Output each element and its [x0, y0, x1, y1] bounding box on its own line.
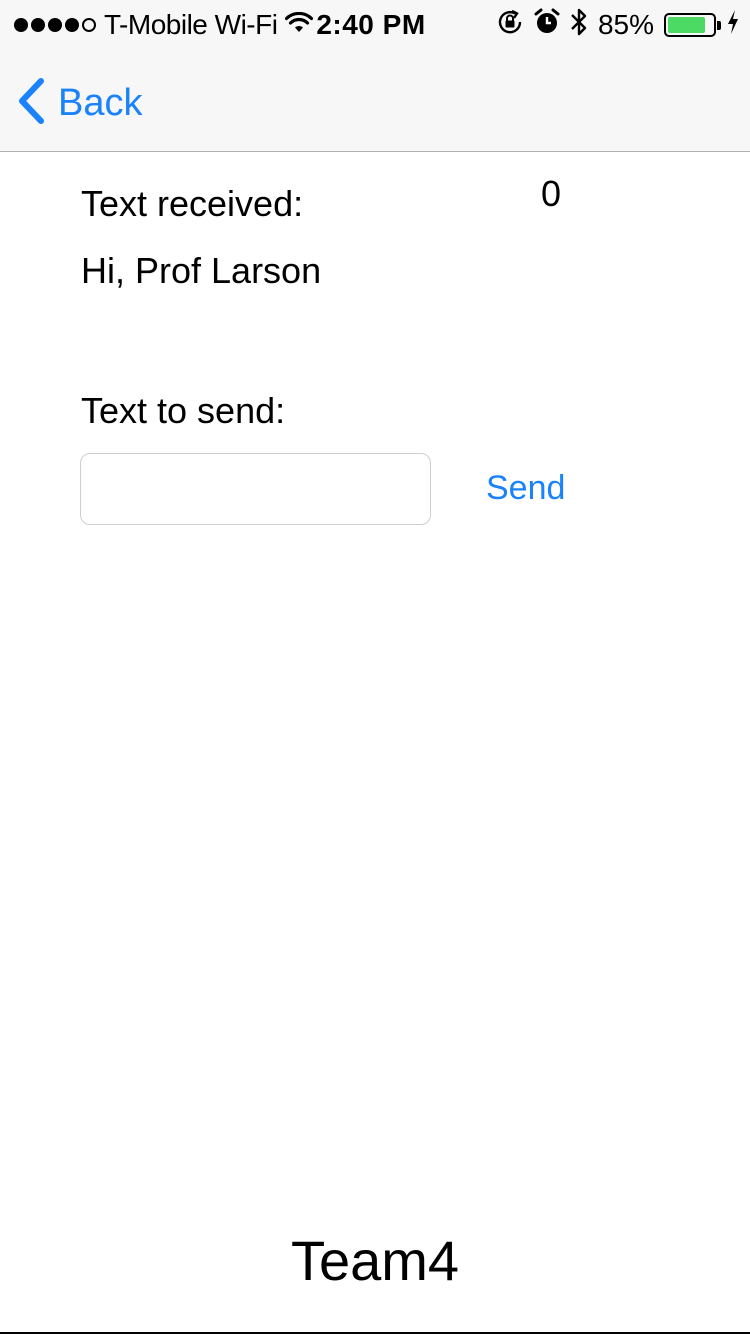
text-to-send-label: Text to send:	[81, 390, 286, 431]
footer-title: Team4	[290, 1229, 460, 1292]
bluetooth-icon	[570, 7, 588, 44]
charging-bolt-icon	[726, 9, 740, 42]
received-message: Hi, Prof Larson	[81, 250, 322, 291]
status-right: 85%	[496, 7, 740, 44]
battery-percentage: 85%	[597, 9, 654, 40]
navigation-bar: Back	[0, 50, 750, 152]
back-button[interactable]: Back	[16, 78, 142, 129]
received-count: 0	[541, 173, 562, 214]
alarm-icon	[534, 8, 560, 43]
status-bar: T-Mobile Wi-Fi 2:40 PM 85%	[0, 0, 750, 50]
back-button-label: Back	[58, 82, 143, 124]
message-input[interactable]	[80, 453, 431, 525]
chevron-left-icon	[16, 78, 46, 129]
text-received-label: Text received:	[81, 183, 304, 224]
send-button[interactable]: Send	[486, 469, 565, 508]
battery-level-fill	[668, 17, 706, 33]
battery-nub	[717, 21, 721, 30]
screen: T-Mobile Wi-Fi 2:40 PM 85% Back Text rec…	[0, 0, 750, 1334]
orientation-lock-icon	[496, 8, 524, 43]
battery-icon	[664, 13, 721, 37]
